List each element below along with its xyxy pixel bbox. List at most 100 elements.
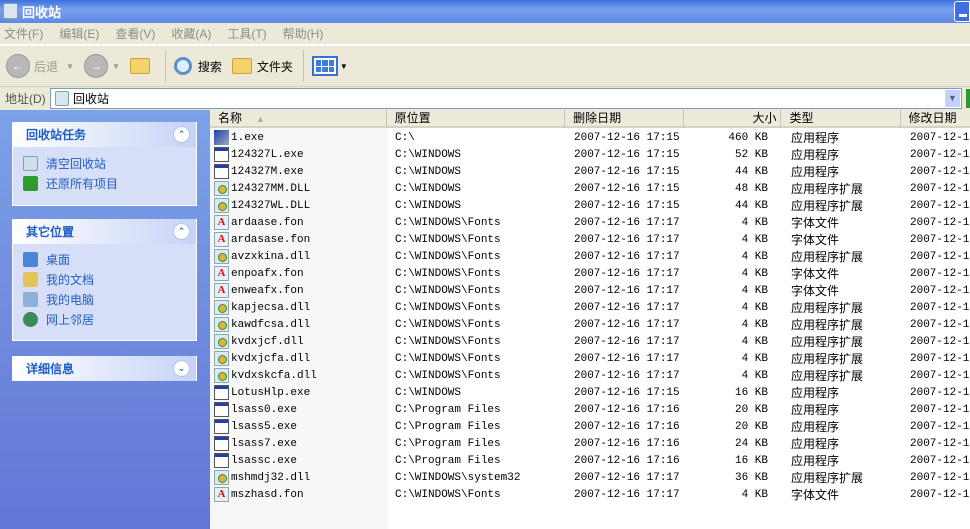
table-row[interactable]: 124327WL.DLL C:\WINDOWS 2007-12-16 17:15 44… xyxy=(210,197,970,214)
window-title: 回收站 xyxy=(22,5,62,20)
restore-all-link[interactable]: 还原所有项目 xyxy=(13,173,196,193)
modified-date: 2007-12-15 xyxy=(910,131,970,144)
panel-header[interactable]: 详细信息 ⌄ xyxy=(13,356,196,381)
dll-icon xyxy=(214,334,229,349)
deleted-date: 2007-12-16 17:15 xyxy=(574,182,680,195)
deleted-date: 2007-12-16 17:17 xyxy=(574,352,680,365)
toolbar-separator xyxy=(302,50,304,82)
file-name: 124327L.exe xyxy=(210,147,388,162)
table-row[interactable]: Aenpoafx.fon C:\WINDOWS\Fonts 2007-12-16 1… xyxy=(210,265,970,282)
file-type: 字体文件 xyxy=(791,267,840,281)
modified-date: 2007-12-16 xyxy=(910,250,970,263)
menu-help[interactable]: 帮助(H) xyxy=(283,25,324,42)
file-name: 124327WL.DLL xyxy=(210,198,388,213)
desktop-icon xyxy=(23,251,38,267)
modified-date: 2007-12-16 xyxy=(910,318,970,331)
views-button[interactable]: ▼ xyxy=(311,56,348,76)
modified-date: 2007-12-16 xyxy=(910,233,970,246)
column-header-deleted[interactable]: 删除日期 xyxy=(565,110,685,128)
forward-dropdown-icon[interactable]: ▼ xyxy=(112,62,120,71)
table-row[interactable]: lsass5.exe C:\Program Files 2007-12-16 17:… xyxy=(210,418,970,435)
collapse-icon[interactable]: ⌃ xyxy=(173,126,190,143)
desktop-link[interactable]: 桌面 xyxy=(13,249,196,269)
my-computer-link[interactable]: 我的电脑 xyxy=(13,289,196,309)
file-name-label: 1.exe xyxy=(231,131,265,144)
column-header-location[interactable]: 原位置 xyxy=(387,110,566,128)
column-header-type[interactable]: 类型 xyxy=(781,110,901,128)
network-places-link[interactable]: 网上邻居 xyxy=(13,309,196,329)
file-size: 24 KB xyxy=(734,437,768,450)
dll-icon xyxy=(214,249,229,264)
table-row[interactable]: Aardaase.fon C:\WINDOWS\Fonts 2007-12-16 1… xyxy=(210,214,970,231)
table-row[interactable]: kvdxjcfa.dll C:\WINDOWS\Fonts 2007-12-16 1… xyxy=(210,350,970,367)
go-button[interactable] xyxy=(966,89,970,108)
table-row[interactable]: kvdxskcfa.dll C:\WINDOWS\Fonts 2007-12-16 … xyxy=(210,367,970,384)
table-row[interactable]: 124327MM.DLL C:\WINDOWS 2007-12-16 17:15 48… xyxy=(210,180,970,197)
deleted-date: 2007-12-16 17:16 xyxy=(574,437,680,450)
search-button[interactable]: 搜索 xyxy=(173,57,222,75)
modified-date: 2007-12-16 xyxy=(910,284,970,297)
expand-icon[interactable]: ⌄ xyxy=(173,360,190,377)
collapse-icon[interactable]: ⌃ xyxy=(173,223,190,240)
dll-icon xyxy=(214,470,229,485)
up-folder-button[interactable] xyxy=(129,58,155,74)
file-name-label: mshmdj32.dll xyxy=(231,471,311,484)
modified-date: 2007-12-16 xyxy=(910,352,970,365)
table-row[interactable]: Aardasase.fon C:\WINDOWS\Fonts 2007-12-16 … xyxy=(210,231,970,248)
views-dropdown-icon: ▼ xyxy=(339,61,348,71)
menu-view[interactable]: 查看(V) xyxy=(115,25,155,42)
table-row[interactable]: avzxkina.dll C:\WINDOWS\Fonts 2007-12-16 1… xyxy=(210,248,970,265)
table-row[interactable]: lsassc.exe C:\Program Files 2007-12-16 17:… xyxy=(210,452,970,469)
panel-title: 其它位置 xyxy=(26,225,75,239)
forward-button[interactable]: → ▼ xyxy=(83,54,120,78)
details-panel: 详细信息 ⌄ xyxy=(12,356,197,381)
modified-date: 2007-12-16 xyxy=(910,437,970,450)
file-name-label: ardasase.fon xyxy=(231,233,311,246)
folders-button[interactable]: 文件夹 xyxy=(231,58,293,75)
original-location: C:\Program Files xyxy=(395,403,501,416)
table-row[interactable]: kawdfcsa.dll C:\WINDOWS\Fonts 2007-12-16 1… xyxy=(210,316,970,333)
empty-recycle-bin-link[interactable]: 清空回收站 xyxy=(13,153,196,173)
table-row[interactable]: lsass7.exe C:\Program Files 2007-12-16 17:… xyxy=(210,435,970,452)
column-header-modified[interactable]: 修改日期 xyxy=(901,110,970,128)
table-row[interactable]: lsass0.exe C:\Program Files 2007-12-16 17:… xyxy=(210,401,970,418)
file-type: 应用程序扩展 xyxy=(791,369,864,383)
minimize-button[interactable] xyxy=(954,1,970,22)
menu-file[interactable]: 文件(F) xyxy=(4,25,43,42)
file-size: 44 KB xyxy=(734,165,768,178)
table-row[interactable]: kvdxjcf.dll C:\WINDOWS\Fonts 2007-12-16 17… xyxy=(210,333,970,350)
link-label: 桌面 xyxy=(46,252,71,267)
table-row[interactable]: 124327M.exe C:\WINDOWS 2007-12-16 17:15 44 … xyxy=(210,163,970,180)
link-label: 我的文档 xyxy=(46,272,95,287)
table-row[interactable]: mshmdj32.dll C:\WINDOWS\system32 2007-12-1… xyxy=(210,469,970,486)
menu-edit[interactable]: 编辑(E) xyxy=(59,25,99,42)
file-type: 应用程序扩展 xyxy=(791,352,864,366)
table-row[interactable]: 124327L.exe C:\WINDOWS 2007-12-16 17:15 52 … xyxy=(210,146,970,163)
deleted-date: 2007-12-16 17:17 xyxy=(574,318,680,331)
modified-date: 2007-12-16 xyxy=(910,216,970,229)
back-button[interactable]: ← 后退 ▼ xyxy=(6,54,74,78)
original-location: C:\WINDOWS\Fonts xyxy=(395,284,501,297)
my-documents-link[interactable]: 我的文档 xyxy=(13,269,196,289)
menu-favorites[interactable]: 收藏(A) xyxy=(171,25,211,42)
back-label: 后退 xyxy=(34,59,59,74)
table-row[interactable]: kapjecsa.dll C:\WINDOWS\Fonts 2007-12-16 1… xyxy=(210,299,970,316)
sort-ascending-icon: ▲ xyxy=(256,114,265,124)
panel-header[interactable]: 其它位置 ⌃ xyxy=(13,219,196,244)
table-row[interactable]: LotusHlp.exe C:\WINDOWS 2007-12-16 17:15 16… xyxy=(210,384,970,401)
menu-tools[interactable]: 工具(T) xyxy=(227,25,266,42)
column-header-name[interactable]: 名称 ▲ xyxy=(210,110,387,128)
address-label: 地址(D) xyxy=(5,92,46,106)
back-dropdown-icon[interactable]: ▼ xyxy=(66,62,74,71)
table-row[interactable]: Amszhasd.fon C:\WINDOWS\Fonts 2007-12-16 1… xyxy=(210,486,970,503)
table-row[interactable]: 1.exe C:\ 2007-12-16 17:15 460 KB 应用程序 2007-1… xyxy=(210,129,970,146)
table-row[interactable]: Aenweafx.fon C:\WINDOWS\Fonts 2007-12-16 1… xyxy=(210,282,970,299)
deleted-date: 2007-12-16 17:16 xyxy=(574,454,680,467)
file-name-label: lsassc.exe xyxy=(231,454,298,467)
restore-arrow-icon xyxy=(23,175,38,191)
panel-header[interactable]: 回收站任务 ⌃ xyxy=(13,122,196,147)
address-input[interactable]: 回收站 ▼ xyxy=(50,88,962,109)
deleted-date: 2007-12-16 17:17 xyxy=(574,301,680,314)
address-dropdown-button[interactable]: ▼ xyxy=(945,90,960,107)
column-header-size[interactable]: 大小 xyxy=(684,110,782,128)
